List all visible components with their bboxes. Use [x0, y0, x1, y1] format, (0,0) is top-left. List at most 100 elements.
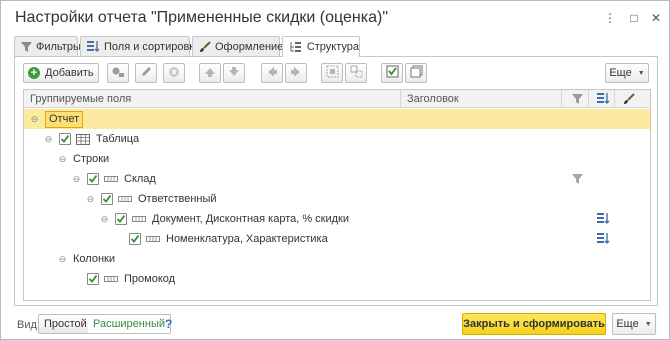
group-button[interactable]	[321, 63, 343, 83]
column-separator	[561, 90, 562, 108]
collapse-icon[interactable]: ⊖	[30, 114, 39, 125]
tree-row-columns[interactable]: ⊖ Колонки	[24, 249, 650, 269]
help-icon[interactable]: ?	[165, 317, 172, 331]
tree-row-label: Номенклатура, Характеристика	[166, 233, 328, 245]
uncheck-all-button[interactable]	[405, 63, 427, 83]
column-separator	[588, 90, 589, 108]
close-and-generate-button[interactable]: Закрыть и сформировать	[462, 313, 606, 335]
tab-fields-sorting[interactable]: Поля и сортировки	[80, 36, 200, 56]
column-header-fields[interactable]: Группируемые поля	[24, 90, 400, 108]
tree-row-table[interactable]: ⊖ Таблица	[24, 129, 650, 149]
collapse-icon[interactable]: ⊖	[44, 134, 53, 145]
column-header-title[interactable]: Заголовок	[401, 90, 561, 108]
collapse-icon[interactable]: ⊖	[72, 174, 81, 185]
window-title: Настройки отчета "Примененные скидки (оц…	[15, 9, 388, 26]
field-icon	[132, 215, 146, 223]
view-simple-button[interactable]: Простой	[38, 314, 93, 334]
move-left-icon	[266, 66, 278, 81]
field-icon	[104, 175, 118, 183]
move-up-icon	[204, 66, 216, 81]
tree-row-document[interactable]: ⊖ Документ, Дисконтная карта, % скидки	[24, 209, 650, 229]
collapse-icon[interactable]: ⊖	[58, 254, 67, 265]
tree-row-responsible[interactable]: ⊖ Ответственный	[24, 189, 650, 209]
table-icon	[76, 133, 90, 145]
tree-row-label: Строки	[73, 153, 110, 165]
edit-icon	[140, 66, 152, 81]
tree-row-label: Колонки	[73, 253, 115, 265]
delete-button[interactable]	[163, 63, 185, 83]
group-icon	[326, 65, 339, 81]
tab-appearance[interactable]: Оформление	[192, 36, 284, 56]
tree-row-label: Отчет	[45, 110, 84, 128]
tree-row-label: Промокод	[124, 273, 176, 285]
maximize-icon[interactable]: □	[627, 10, 641, 26]
edit-button[interactable]	[135, 63, 157, 83]
title-bar: Настройки отчета "Примененные скидки (оц…	[1, 1, 669, 35]
collapse-icon[interactable]: ⊖	[100, 214, 109, 225]
sort-icon[interactable]	[596, 212, 610, 226]
tab-filters[interactable]: Фильтры	[14, 36, 81, 56]
toolbar-more-button[interactable]: Еще ▼	[605, 63, 649, 83]
close-icon[interactable]: ✕	[649, 10, 663, 26]
row-checkbox[interactable]	[87, 173, 99, 185]
tree-row-label: Ответственный	[138, 193, 217, 205]
filter-column-icon[interactable]	[570, 92, 584, 106]
check-all-button[interactable]	[381, 63, 403, 83]
check-all-icon	[386, 65, 399, 81]
ungroup-icon	[350, 65, 363, 81]
structure-icon	[289, 41, 303, 53]
structure-panel: + Добавить Еще ▼ Группируемые поля Загол…	[14, 56, 658, 306]
brush-icon	[199, 40, 211, 53]
tree-row-report[interactable]: ⊖ Отчет	[24, 109, 650, 129]
fields-sort-icon	[87, 41, 100, 53]
add-button-label: Добавить	[45, 67, 94, 79]
row-checkbox[interactable]	[87, 273, 99, 285]
sort-icon[interactable]	[596, 232, 610, 246]
column-separator	[614, 90, 615, 108]
move-right-button[interactable]	[285, 63, 307, 83]
tree-row-label: Склад	[124, 173, 156, 185]
uncheck-all-icon	[410, 65, 423, 81]
chevron-down-icon: ▼	[644, 320, 652, 328]
tab-structure[interactable]: Структура	[282, 36, 360, 57]
tab-label: Поля и сортировки	[104, 40, 201, 53]
add-group-button[interactable]	[107, 63, 129, 83]
field-icon	[146, 235, 160, 243]
filter-icon[interactable]	[570, 172, 584, 186]
tab-label: Структура	[306, 41, 359, 53]
move-left-button[interactable]	[261, 63, 283, 83]
collapse-icon[interactable]: ⊖	[86, 194, 95, 205]
grid-header: Группируемые поля Заголовок	[24, 90, 650, 108]
add-group-icon	[111, 66, 125, 81]
tree-row-label: Таблица	[96, 133, 140, 145]
row-checkbox[interactable]	[115, 213, 127, 225]
filter-icon	[21, 41, 32, 53]
move-down-button[interactable]	[223, 63, 245, 83]
add-button[interactable]: + Добавить	[23, 63, 99, 83]
move-up-button[interactable]	[199, 63, 221, 83]
move-right-icon	[290, 66, 302, 81]
field-icon	[104, 275, 118, 283]
view-advanced-button[interactable]: Расширенный	[88, 314, 171, 334]
sort-column-icon[interactable]	[596, 92, 610, 106]
ungroup-button[interactable]	[345, 63, 367, 83]
collapse-icon[interactable]: ⊖	[58, 154, 67, 165]
tree-row-promocode[interactable]: Промокод	[24, 269, 650, 289]
footer-more-button[interactable]: Еще ▼	[612, 313, 656, 335]
tree-row-warehouse[interactable]: ⊖ Склад	[24, 169, 650, 189]
structure-tree-grid: Группируемые поля Заголовок ⊖ Отчет ⊖ Та…	[23, 89, 651, 301]
row-checkbox[interactable]	[129, 233, 141, 245]
tab-label: Оформление	[215, 40, 284, 53]
report-settings-window: Настройки отчета "Примененные скидки (оц…	[0, 0, 670, 340]
tree-row-nomenclature[interactable]: Номенклатура, Характеристика	[24, 229, 650, 249]
chevron-down-icon: ▼	[637, 69, 645, 77]
delete-icon	[168, 66, 180, 81]
toolbar-more-label: Еще	[609, 67, 632, 79]
tab-label: Фильтры	[36, 40, 81, 53]
more-menu-icon[interactable]: ⋮	[603, 10, 617, 26]
row-checkbox[interactable]	[101, 193, 113, 205]
tree-row-rows[interactable]: ⊖ Строки	[24, 149, 650, 169]
footer-more-label: Еще	[616, 318, 639, 330]
format-column-icon[interactable]	[622, 92, 636, 106]
row-checkbox[interactable]	[59, 133, 71, 145]
